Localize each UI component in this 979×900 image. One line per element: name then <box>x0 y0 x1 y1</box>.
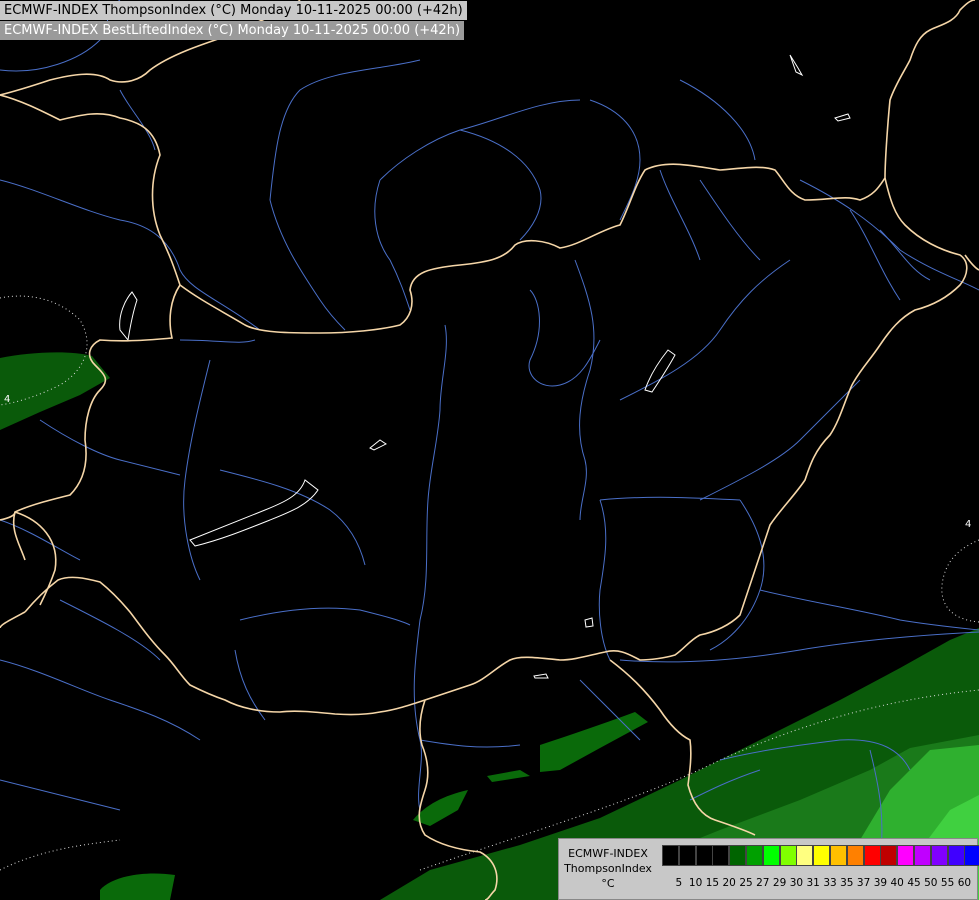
border-austria-slovenia <box>0 511 16 521</box>
legend-unit: °C <box>601 877 615 890</box>
weather-map: ECMWF-INDEX ThompsonIndex (°C) Monday 10… <box>0 0 979 900</box>
border-south <box>0 611 26 629</box>
legend-swatch <box>695 845 713 866</box>
legend-swatch <box>863 845 881 866</box>
legend-swatch <box>779 845 797 866</box>
color-legend: ECMWF-INDEX ThompsonIndex °C 5 10 15 20 25 27… <box>558 838 979 900</box>
legend-swatch <box>880 845 898 866</box>
legend-swatch <box>846 845 864 866</box>
field-patch-4 <box>487 770 530 782</box>
field-patch-1 <box>540 712 648 772</box>
border-slovenia <box>14 511 57 606</box>
legend-title: ECMWF-INDEX ThompsonIndex °C <box>559 839 657 899</box>
west-contour-label: 4 <box>4 394 11 405</box>
legend-parameter: ThompsonIndex <box>564 862 652 875</box>
lake-balaton <box>189 479 319 547</box>
legend-swatch <box>964 845 979 866</box>
legend-swatch <box>930 845 948 866</box>
legend-swatch <box>729 845 747 866</box>
lake-small-3 <box>584 617 594 628</box>
legend-swatch <box>762 845 780 866</box>
legend-model: ECMWF-INDEX <box>568 847 648 860</box>
border-north <box>0 0 976 334</box>
legend-swatch <box>947 845 965 866</box>
field-patch-3 <box>100 873 175 900</box>
legend-swatch <box>712 845 730 866</box>
lake-neusiedl <box>119 291 138 342</box>
lakes <box>119 54 851 679</box>
map-canvas <box>0 0 979 900</box>
border-hungary-west <box>12 284 181 561</box>
title-thompson-index: ECMWF-INDEX ThompsonIndex (°C) Monday 10… <box>0 1 467 20</box>
lake-small-2 <box>834 113 851 122</box>
lake-small-4 <box>533 673 549 679</box>
lake-velence <box>369 439 387 451</box>
title-best-lifted-index: ECMWF-INDEX BestLiftedIndex (°C) Monday … <box>0 21 465 40</box>
legend-swatch <box>830 845 847 866</box>
legend-swatch <box>813 845 831 866</box>
legend-swatch <box>897 845 915 866</box>
legend-swatch <box>746 845 763 866</box>
legend-tick-label: 60 <box>957 877 972 889</box>
lake-small-1 <box>789 54 804 77</box>
legend-swatch <box>796 845 814 866</box>
legend-swatch <box>678 845 696 866</box>
legend-swatch <box>914 845 931 866</box>
field-patch-2 <box>413 790 468 826</box>
index-field <box>0 352 979 900</box>
east-contour-label: 4 <box>965 519 972 530</box>
lake-kiskore <box>644 349 676 393</box>
legend-swatch <box>662 845 679 866</box>
